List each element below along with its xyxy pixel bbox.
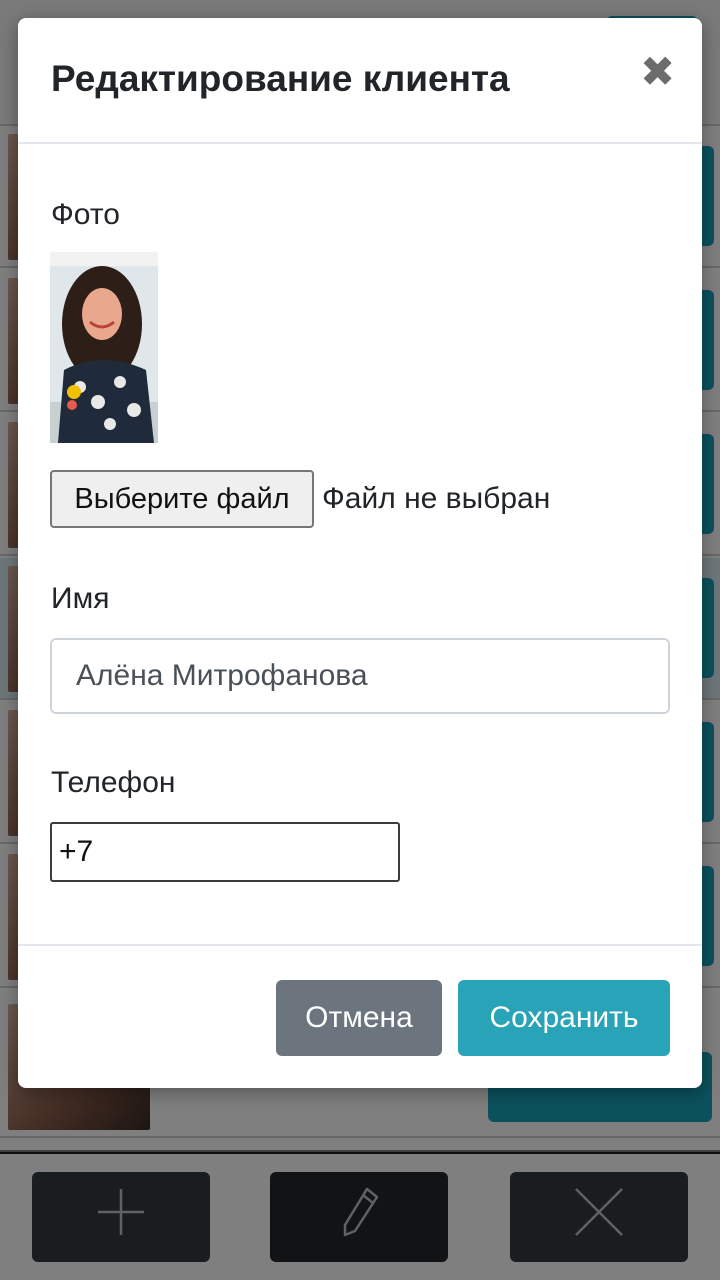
name-label: Имя xyxy=(51,582,110,615)
photo-label: Фото xyxy=(51,198,120,231)
name-input[interactable] xyxy=(50,638,670,714)
modal-footer: Отмена Сохранить xyxy=(18,944,702,1090)
phone-input[interactable] xyxy=(50,822,400,882)
phone-label: Телефон xyxy=(51,766,176,799)
close-button[interactable]: ✖ xyxy=(640,51,675,93)
file-status-text: Файл не выбран xyxy=(322,482,551,515)
modal-title: Редактирование клиента xyxy=(51,58,510,99)
client-photo xyxy=(50,252,158,443)
cancel-button[interactable]: Отмена xyxy=(276,980,442,1056)
close-icon: ✖ xyxy=(640,48,676,95)
choose-file-button[interactable]: Выберите файл xyxy=(50,470,314,528)
save-button[interactable]: Сохранить xyxy=(458,980,670,1056)
modal-header: Редактирование клиента ✖ xyxy=(18,18,702,144)
edit-client-dialog: Редактирование клиента ✖ Фото Выберите ф… xyxy=(18,18,702,1088)
